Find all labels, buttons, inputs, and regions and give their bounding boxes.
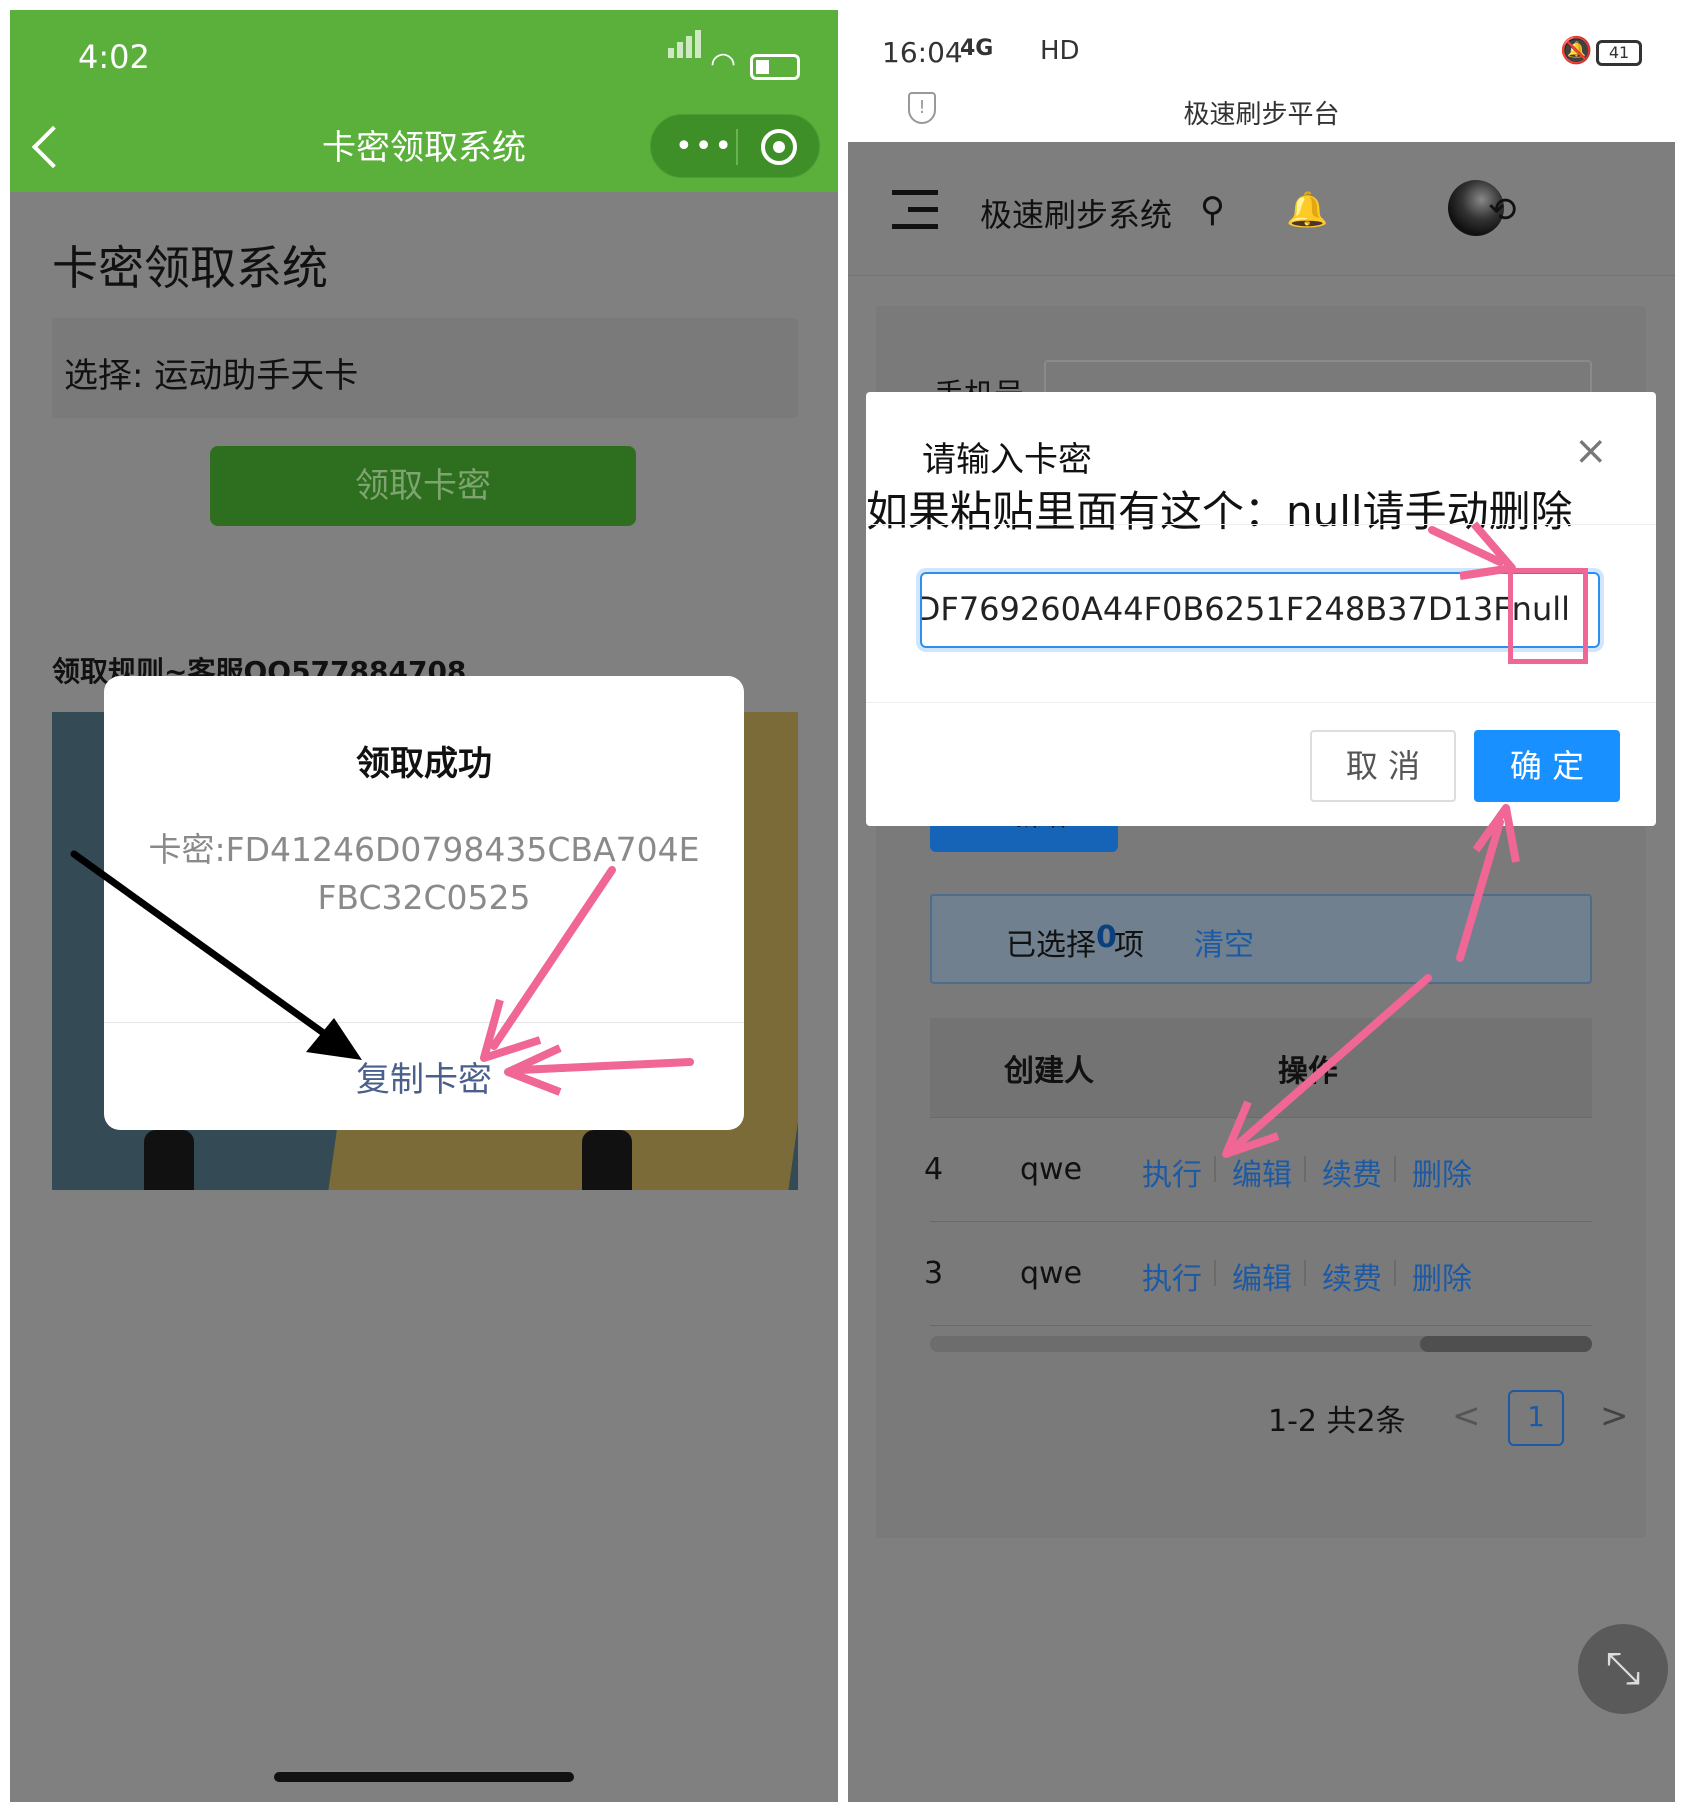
dialog-title: 请输入卡密 [922,440,1092,480]
header-actions: 操作 [1278,1054,1338,1089]
next-page-icon[interactable]: > [1600,1396,1629,1436]
copy-card-button[interactable]: 复制卡密 [104,1052,744,1101]
prev-page-icon[interactable]: < [1452,1396,1481,1436]
card-type-select[interactable]: 选择: 运动助手天卡 [52,318,798,418]
get-card-button[interactable]: 领取卡密 [210,446,636,526]
renew-link[interactable]: 续费 [1322,1150,1382,1194]
hd-icon: HD [1040,36,1080,66]
right-phone: 16:04 4G HD 🔕 41 ! 极速刷步平台 极速刷步系统 ⚲ 🔔 ⟲ 手… [848,10,1675,1802]
cancel-button[interactable]: 取 消 [1310,730,1456,802]
success-dialog: 领取成功 卡密:FD41246D0798435CBA704EFBC32C0525… [104,676,744,1130]
screenshot: 4:02 ◠ 卡密领取系统 ••• 卡密领取系统 选择: 运动助手天卡 领取卡密… [0,0,1685,1812]
capsule-divider [736,129,738,165]
miniprogram-capsule: ••• [650,114,820,178]
dialog-message: 卡密:FD41246D0798435CBA704EFBC32C0525 [148,830,700,917]
pagination-summary: 1-2 共2条 [1268,1404,1406,1439]
dialog-divider [866,524,1656,525]
close-miniprogram-icon[interactable] [761,129,797,165]
bell-icon[interactable]: 🔔 [1286,190,1328,230]
card-type-label: 选择: 运动助手天卡 [64,356,359,396]
delete-link[interactable]: 删除 [1412,1150,1472,1194]
battery-icon [750,54,800,80]
confirm-button[interactable]: 确 定 [1474,730,1620,802]
status-bar: 16:04 4G HD 🔕 41 ! 极速刷步平台 [848,10,1675,142]
table-row: 3 qwe 执行 编辑 续费 删除 [924,1222,1592,1326]
network-icon: 4G [960,36,994,61]
execute-link[interactable]: 执行 [1142,1150,1202,1194]
mute-icon: 🔕 [1560,36,1593,66]
execute-link[interactable]: 执行 [1142,1254,1202,1298]
renew-link[interactable]: 续费 [1322,1254,1382,1298]
wechat-header: 4:02 ◠ 卡密领取系统 ••• [10,10,838,192]
row-id-fragment: 3 [924,1256,944,1291]
clear-selection-link[interactable]: 清空 [1194,920,1254,964]
wifi-icon: ◠ [710,46,737,81]
app-header: 极速刷步系统 ⚲ 🔔 ⟲ [848,142,1675,276]
status-time: 16:04 [882,36,963,69]
close-icon[interactable]: × [1574,428,1608,474]
battery-icon: 41 [1596,40,1642,66]
dialog-divider [104,1022,744,1023]
menu-toggle-icon[interactable] [892,190,938,230]
dialog-divider [866,702,1656,703]
annotation-note: 如果粘贴里面有这个：null请手动删除 [866,487,1573,536]
header-creator: 创建人 [1004,1054,1094,1089]
edit-link[interactable]: 编辑 [1232,1150,1292,1194]
card-code-value: E6DF769260A44F0B6251F248B37D13Fnull [920,590,1570,628]
selection-prefix: 已选择 [1006,928,1096,963]
left-phone: 4:02 ◠ 卡密领取系统 ••• 卡密领取系统 选择: 运动助手天卡 领取卡密… [10,10,838,1802]
dialog-title: 领取成功 [356,744,492,784]
row-id-fragment: 4 [924,1152,944,1187]
current-page-button[interactable]: 1 [1508,1390,1564,1446]
selection-suffix: 项 [1114,928,1144,963]
table-scrollbar[interactable] [930,1336,1592,1352]
card-code-input[interactable]: E6DF769260A44F0B6251F248B37D13Fnull [920,572,1600,648]
logout-icon[interactable]: ⟲ [1488,190,1517,230]
minimize-icon[interactable]: ⤡ [1578,1624,1668,1714]
delete-link[interactable]: 删除 [1412,1254,1472,1298]
table-row: 4 qwe 执行 编辑 续费 删除 [924,1118,1592,1222]
row-creator: qwe [1020,1152,1083,1187]
card-input-dialog: 请输入卡密 × 如果粘贴里面有这个：null请手动删除 E6DF769260A4… [866,392,1656,826]
row-creator: qwe [1020,1256,1083,1291]
table-header: 创建人 操作 [930,1018,1592,1118]
annotation-highlight-box [1508,568,1588,664]
page-heading: 卡密领取系统 [52,241,328,295]
status-time: 4:02 [78,38,150,76]
search-icon[interactable]: ⚲ [1200,190,1225,230]
home-indicator [274,1772,574,1782]
more-icon[interactable]: ••• [675,129,734,164]
app-title: 极速刷步系统 [980,196,1173,234]
selection-bar: 已选择 0 项 清空 [930,894,1592,984]
edit-link[interactable]: 编辑 [1232,1254,1292,1298]
browser-title: 极速刷步平台 [1183,100,1340,130]
